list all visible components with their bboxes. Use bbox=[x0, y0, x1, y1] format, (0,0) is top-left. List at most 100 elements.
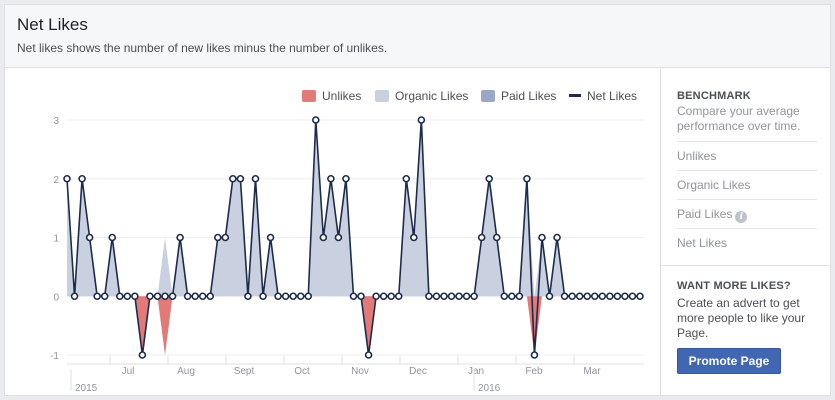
unlikes-area bbox=[67, 296, 640, 355]
net-likes-point bbox=[545, 292, 554, 301]
net-likes-point bbox=[63, 174, 71, 183]
net-likes-point bbox=[538, 233, 546, 242]
net-likes-point bbox=[251, 174, 260, 183]
more-likes-description: Create an advert to get more people to l… bbox=[677, 296, 806, 340]
net-likes-point bbox=[583, 292, 592, 301]
net-likes-point bbox=[560, 292, 569, 301]
net-likes-point bbox=[319, 233, 328, 242]
net-likes-point bbox=[590, 292, 599, 301]
net-likes-point bbox=[304, 292, 313, 301]
net-likes-point bbox=[221, 233, 230, 242]
net-likes-point bbox=[530, 351, 539, 359]
net-likes-point bbox=[296, 292, 305, 301]
net-likes-point bbox=[213, 233, 222, 242]
net-likes-point bbox=[289, 292, 297, 301]
net-likes-point bbox=[244, 292, 252, 301]
month-label: Jul bbox=[122, 366, 135, 377]
net-likes-point bbox=[357, 292, 365, 301]
net-likes-point bbox=[636, 292, 644, 301]
net-likes-point bbox=[508, 292, 516, 301]
net-likes-point bbox=[115, 292, 124, 301]
net-likes-point bbox=[598, 292, 607, 301]
net-likes-point bbox=[266, 233, 275, 242]
organic-likes-area bbox=[67, 120, 640, 297]
net-likes-point bbox=[183, 292, 192, 301]
net-likes-point bbox=[432, 292, 441, 301]
net-likes-panel: Net Likes Net likes shows the number of … bbox=[4, 4, 831, 396]
net-likes-point bbox=[523, 174, 531, 183]
net-likes-point bbox=[606, 292, 614, 301]
net-likes-point bbox=[108, 233, 117, 242]
net-likes-point bbox=[131, 292, 139, 301]
net-likes-point bbox=[440, 292, 448, 301]
benchmark-paid-label: Paid Likes bbox=[677, 207, 733, 221]
net-likes-point bbox=[349, 292, 358, 301]
net-likes-point bbox=[168, 292, 177, 301]
net-likes-point bbox=[281, 292, 290, 301]
month-label: Sept bbox=[234, 366, 255, 377]
net-likes-point bbox=[274, 292, 282, 301]
net-likes-point bbox=[334, 233, 343, 242]
benchmark-description: Compare your average performance over ti… bbox=[677, 104, 801, 133]
year-label: 2015 bbox=[75, 383, 98, 394]
net-likes-point bbox=[123, 292, 132, 301]
month-label: Dec bbox=[409, 366, 427, 377]
net-likes-point bbox=[477, 233, 486, 242]
benchmark-organic-likes[interactable]: Organic Likes bbox=[677, 170, 817, 199]
net-likes-point bbox=[621, 292, 629, 301]
net-likes-point bbox=[455, 292, 463, 301]
net-likes-point bbox=[364, 351, 373, 359]
net-likes-point bbox=[327, 174, 335, 183]
y-tick-label: 2 bbox=[53, 175, 59, 186]
net-likes-point bbox=[198, 292, 207, 301]
panel-header: Net Likes Net likes shows the number of … bbox=[5, 5, 830, 68]
net-likes-point bbox=[342, 174, 350, 183]
benchmark-paid-likes[interactable]: Paid Likes i bbox=[677, 199, 817, 228]
net-likes-point bbox=[236, 174, 245, 183]
year-label: 2016 bbox=[478, 383, 501, 394]
benchmark-unlikes[interactable]: Unlikes bbox=[677, 141, 817, 170]
month-label: Nov bbox=[351, 366, 369, 377]
net-likes-point bbox=[425, 292, 433, 301]
month-label: Oct bbox=[294, 366, 310, 377]
sidebar-divider bbox=[661, 265, 831, 266]
info-icon[interactable]: i bbox=[735, 211, 748, 223]
net-likes-point bbox=[628, 292, 637, 301]
net-likes-point bbox=[153, 292, 162, 301]
net-likes-point bbox=[206, 292, 215, 301]
net-likes-point bbox=[229, 174, 237, 183]
net-likes-point bbox=[387, 292, 395, 301]
benchmark-unlikes-label: Unlikes bbox=[677, 149, 717, 163]
net-likes-point bbox=[417, 116, 426, 124]
net-likes-point bbox=[492, 233, 501, 242]
panel-title: Net Likes bbox=[17, 15, 88, 34]
promote-page-button[interactable]: Promote Page bbox=[677, 348, 781, 374]
y-tick-label: -1 bbox=[50, 351, 59, 362]
net-likes-point bbox=[575, 292, 584, 301]
net-likes-point bbox=[161, 292, 169, 301]
month-label: Feb bbox=[525, 366, 543, 377]
net-likes-point bbox=[410, 233, 418, 242]
net-likes-chart: -1 0 1 2 3 Jul Aug Sept Oct Nov Dec Jan Feb Mar 2015 20… bbox=[50, 116, 644, 394]
net-likes-point bbox=[500, 292, 509, 301]
benchmark-organic-label: Organic Likes bbox=[677, 178, 751, 192]
month-label: Jan bbox=[468, 366, 484, 377]
benchmark-net-label: Net Likes bbox=[677, 236, 728, 250]
more-likes-heading: WANT MORE LIKES? bbox=[677, 280, 791, 292]
net-likes-point bbox=[138, 351, 147, 359]
net-likes-point bbox=[100, 292, 109, 301]
benchmark-heading: BENCHMARK bbox=[677, 90, 751, 102]
net-likes-point bbox=[191, 292, 199, 301]
net-likes-point bbox=[93, 292, 101, 301]
y-tick-label: 3 bbox=[53, 116, 59, 127]
benchmark-net-likes[interactable]: Net Likes bbox=[677, 228, 817, 257]
net-likes-point bbox=[85, 233, 94, 242]
net-likes-point bbox=[485, 174, 494, 183]
panel-subtitle: Net likes shows the number of new likes … bbox=[17, 41, 388, 55]
benchmark-sidebar: BENCHMARK Compare your average performan… bbox=[660, 69, 831, 396]
net-likes-point bbox=[462, 292, 471, 301]
month-label: Aug bbox=[177, 366, 195, 377]
net-likes-point bbox=[613, 292, 622, 301]
y-tick-label: 0 bbox=[53, 292, 59, 303]
y-tick-label: 1 bbox=[53, 234, 59, 245]
